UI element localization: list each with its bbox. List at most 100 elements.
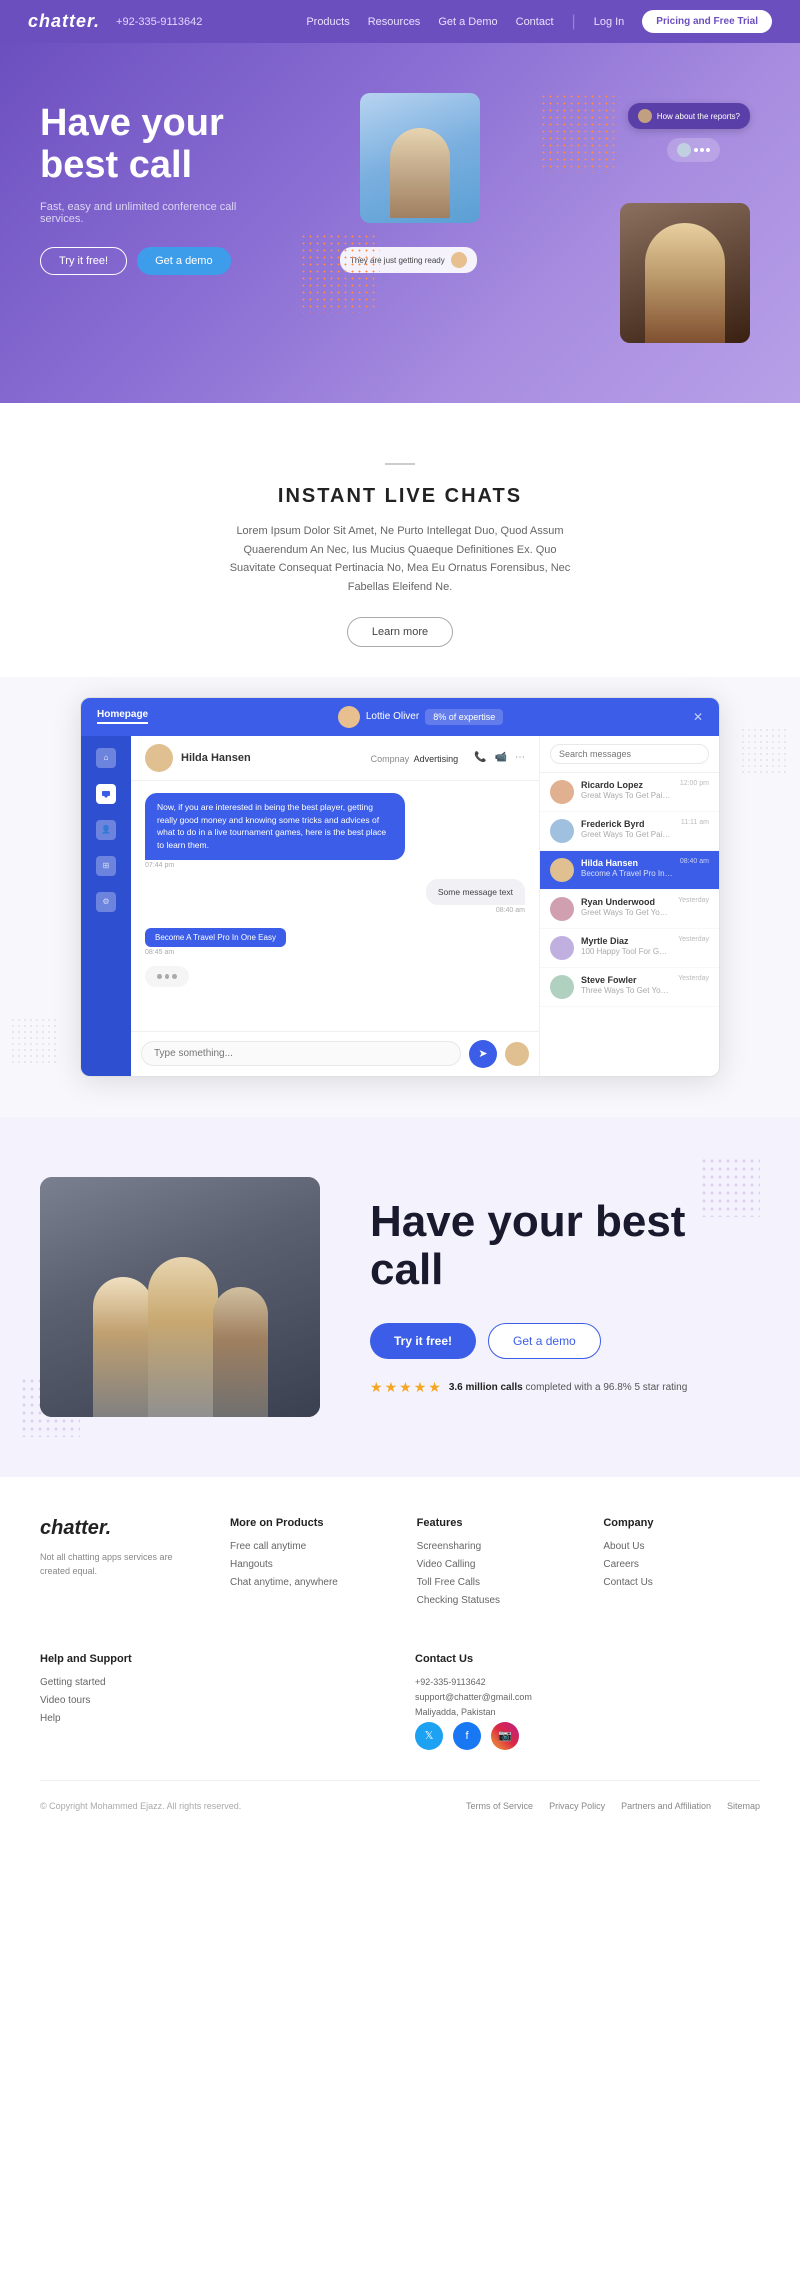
- contact-list-item-2[interactable]: Frederick Byrd Greet Ways To Get Paid On…: [540, 812, 719, 851]
- footer-link-contact-us[interactable]: Contact Us: [603, 1577, 760, 1588]
- footer-bottom-links: Terms of Service Privacy Policy Partners…: [466, 1801, 760, 1811]
- message-3: Become A Travel Pro In One Easy 08:45 am: [145, 924, 525, 956]
- contact-name-6: Steve Fowler: [581, 975, 671, 985]
- contact-avatar-6: [550, 975, 574, 999]
- contact-time-3: 08:40 am: [680, 858, 709, 865]
- footer-top: chatter. Not all chatting apps services …: [40, 1517, 760, 1613]
- message-bubble-right-1: Some message text: [426, 879, 525, 905]
- hero-chat-bubble-1: How about the reports?: [628, 103, 750, 129]
- chat-contact-list: Ricardo Lopez Great Ways To Get Paid Fam…: [540, 773, 719, 1076]
- message-time-2: 08:40 am: [496, 907, 525, 914]
- footer-bottom-row: Help and Support Getting started Video t…: [40, 1653, 760, 1750]
- footer-col-features-title: Features: [417, 1517, 574, 1529]
- message-2: Some message text 08:40 am: [145, 879, 525, 914]
- footer-brand: chatter. Not all chatting apps services …: [40, 1517, 200, 1613]
- contact-avatar: [145, 744, 173, 772]
- chat-tab-homepage[interactable]: Homepage: [97, 709, 148, 724]
- twitter-icon[interactable]: 𝕏: [415, 1722, 443, 1750]
- contact-list-item-5[interactable]: Myrtle Diaz 100 Happy Tool For Get Last …: [540, 929, 719, 968]
- contact-list-item-3[interactable]: Hilda Hansen Become A Travel Pro In One …: [540, 851, 719, 890]
- chat-right-panel: Ricardo Lopez Great Ways To Get Paid Fam…: [539, 736, 719, 1076]
- nav-resources[interactable]: Resources: [368, 16, 421, 28]
- contact-list-item-4[interactable]: Ryan Underwood Greet Ways To Get Your La…: [540, 890, 719, 929]
- footer-link-video-calling[interactable]: Video Calling: [417, 1559, 574, 1570]
- nav-products[interactable]: Products: [306, 16, 349, 28]
- contact-avatar-1: [550, 780, 574, 804]
- footer-partners[interactable]: Partners and Affiliation: [621, 1801, 711, 1811]
- chat-send-button[interactable]: ➤: [469, 1040, 497, 1068]
- trial-button[interactable]: Pricing and Free Trial: [642, 10, 772, 33]
- contact-time-4: Yesterday: [678, 897, 709, 904]
- footer-link-free-call[interactable]: Free call anytime: [230, 1541, 387, 1552]
- contact-list-item-6[interactable]: Steve Fowler Three Ways To Get Your Idea…: [540, 968, 719, 1007]
- chat-input-bar: ➤: [131, 1031, 539, 1076]
- chat-input[interactable]: [141, 1041, 461, 1066]
- footer-col-company-title: Company: [603, 1517, 760, 1529]
- nav-contact[interactable]: Contact: [516, 16, 554, 28]
- contact-info-2: Frederick Byrd Greet Ways To Get Paid On…: [581, 819, 674, 839]
- live-chats-title: INSTANT LIVE CHATS: [40, 485, 760, 508]
- contact-video-icon[interactable]: 📹: [495, 752, 507, 763]
- nav-phone: +92-335-9113642: [116, 16, 202, 28]
- footer-link-getting-started[interactable]: Getting started: [40, 1677, 385, 1688]
- contact-info-6: Steve Fowler Three Ways To Get Your Idea…: [581, 975, 671, 995]
- login-button[interactable]: Log In: [594, 16, 625, 28]
- chat-search-input[interactable]: [550, 744, 709, 764]
- best-call-demo-button[interactable]: Get a demo: [488, 1323, 601, 1359]
- contact-name-1: Ricardo Lopez: [581, 780, 673, 790]
- nav-demo[interactable]: Get a Demo: [438, 16, 497, 28]
- message-time-1: 07:44 pm: [145, 862, 525, 869]
- best-call-try-button[interactable]: Try it free!: [370, 1323, 476, 1359]
- best-call-image: [40, 1177, 320, 1417]
- footer-col-products: More on Products Free call anytime Hango…: [230, 1517, 387, 1613]
- contact-more-icon[interactable]: ⋯: [515, 752, 525, 763]
- contact-avatar-3: [550, 858, 574, 882]
- chat-body: ⌂ 👤 ⊞ ⚙ Hilda Hansen: [81, 736, 719, 1076]
- footer-link-about[interactable]: About Us: [603, 1541, 760, 1552]
- footer-link-screensharing[interactable]: Screensharing: [417, 1541, 574, 1552]
- sidebar-icon-users[interactable]: 👤: [96, 820, 116, 840]
- hero-subtitle: Fast, easy and unlimited conference call…: [40, 201, 280, 225]
- footer-link-video-tours[interactable]: Video tours: [40, 1695, 385, 1706]
- footer-privacy[interactable]: Privacy Policy: [549, 1801, 605, 1811]
- contact-list-item-1[interactable]: Ricardo Lopez Great Ways To Get Paid Fam…: [540, 773, 719, 812]
- message-cta-button[interactable]: Become A Travel Pro In One Easy: [145, 928, 286, 947]
- dots-decoration-tr: [740, 727, 790, 777]
- hero-section: Have your best call Fast, easy and unlim…: [0, 43, 800, 403]
- footer-link-toll-free[interactable]: Toll Free Calls: [417, 1577, 574, 1588]
- contact-name-3: Hilda Hansen: [581, 858, 673, 868]
- message-time-3: 08:45 am: [145, 949, 525, 956]
- footer-contact-title: Contact Us: [415, 1653, 760, 1665]
- facebook-icon[interactable]: f: [453, 1722, 481, 1750]
- chat-user-name: Lottie Oliver: [366, 711, 419, 722]
- chat-close-icon[interactable]: ✕: [693, 710, 703, 724]
- chat-sidebar-left: ⌂ 👤 ⊞ ⚙: [81, 736, 131, 1076]
- chat-mockup-section: Homepage Lottie Oliver 8% of expertise ✕…: [0, 677, 800, 1117]
- sidebar-icon-chat[interactable]: [96, 784, 116, 804]
- footer-copyright: © Copyright Mohammed Ejazz. All rights r…: [40, 1801, 241, 1811]
- dots-decoration-bottom: [300, 233, 380, 313]
- footer-phone: +92-335-9113642: [415, 1677, 760, 1687]
- footer-link-careers[interactable]: Careers: [603, 1559, 760, 1570]
- sidebar-icon-home[interactable]: ⌂: [96, 748, 116, 768]
- sidebar-icon-settings[interactable]: ⚙: [96, 892, 116, 912]
- dots-decoration-bl: [10, 1017, 60, 1067]
- footer-link-help[interactable]: Help: [40, 1713, 385, 1724]
- footer-logo: chatter.: [40, 1517, 200, 1540]
- contact-dept-val: Advertising: [414, 754, 459, 764]
- instagram-icon[interactable]: 📷: [491, 1722, 519, 1750]
- contact-call-icon[interactable]: 📞: [474, 752, 486, 763]
- learn-more-button[interactable]: Learn more: [347, 617, 453, 647]
- hero-demo-button[interactable]: Get a demo: [137, 247, 230, 275]
- footer-terms[interactable]: Terms of Service: [466, 1801, 533, 1811]
- footer-link-chat[interactable]: Chat anytime, anywhere: [230, 1577, 387, 1588]
- footer-sitemap[interactable]: Sitemap: [727, 1801, 760, 1811]
- sidebar-icon-apps[interactable]: ⊞: [96, 856, 116, 876]
- contact-time-6: Yesterday: [678, 975, 709, 982]
- chat-topbar: Homepage Lottie Oliver 8% of expertise ✕: [81, 698, 719, 736]
- footer-link-hangouts[interactable]: Hangouts: [230, 1559, 387, 1570]
- rating-text: 3.6 million calls completed with a 96.8%…: [449, 1382, 687, 1393]
- footer-link-checking[interactable]: Checking Statuses: [417, 1595, 574, 1606]
- contact-time-1: 12:00 pm: [680, 780, 709, 787]
- hero-try-button[interactable]: Try it free!: [40, 247, 127, 275]
